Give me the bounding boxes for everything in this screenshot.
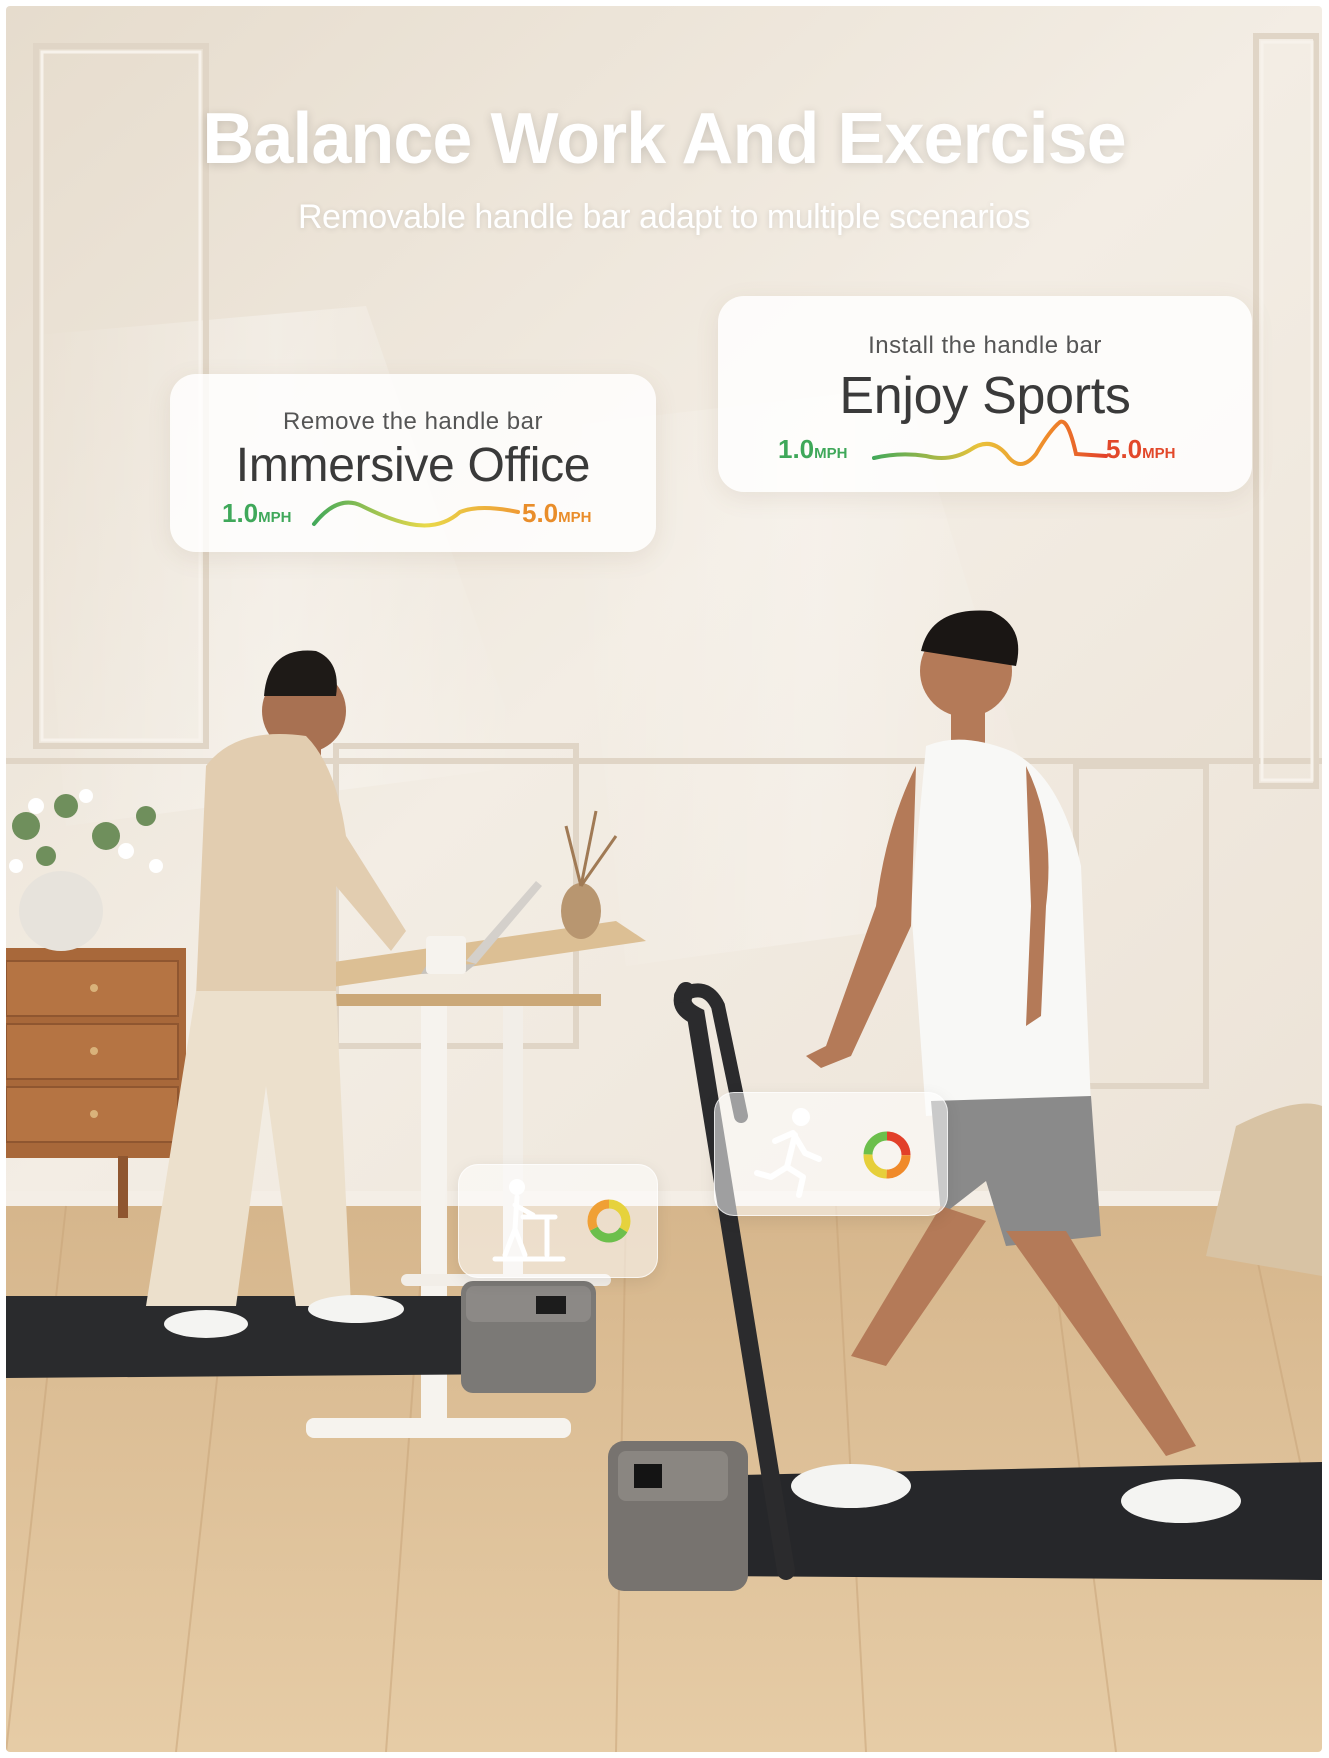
sports-mode-card: Install the handle bar Enjoy Sports 1.0M…: [718, 296, 1252, 492]
sports-speed-max: 5.0MPH: [1106, 434, 1176, 464]
running-icon: [754, 1108, 822, 1198]
page-subtitle: Removable handle bar adapt to multiple s…: [297, 198, 1031, 236]
progress-ring-icon: [863, 1131, 911, 1179]
product-scene: Balance Work And Exercise Removable hand…: [6, 6, 1322, 1752]
sports-speed-min: 1.0MPH: [778, 434, 848, 464]
sports-speed-wave-icon: [872, 419, 1108, 466]
desk-mode-badge: [458, 1164, 658, 1278]
office-speed-max: 5.0MPH: [522, 498, 592, 528]
progress-ring-icon: [587, 1199, 631, 1243]
office-label: Immersive Office: [235, 439, 591, 492]
office-speed-min: 1.0MPH: [222, 498, 292, 528]
page-title: Balance Work And Exercise: [202, 99, 1126, 179]
sport-mode-badge: [714, 1092, 948, 1216]
office-mode-card: Remove the handle bar Immersive Office 1…: [170, 374, 656, 552]
background-illustration: [6, 6, 1322, 1752]
sports-caption: Install the handle bar: [868, 332, 1102, 359]
desk-walking-icon: [492, 1179, 566, 1262]
office-speed-wave-icon: [312, 500, 520, 528]
office-caption: Remove the handle bar: [283, 408, 543, 435]
